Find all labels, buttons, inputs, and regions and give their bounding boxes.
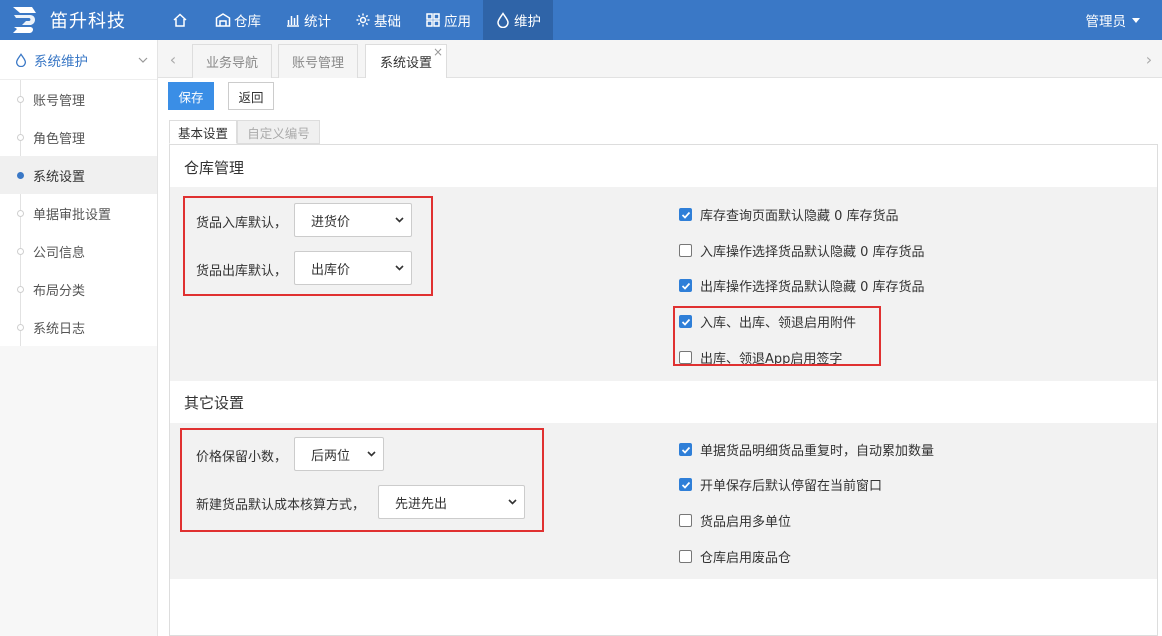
check-label: 库存查询页面默认隐藏 0 库存货品 — [700, 209, 899, 224]
check-label: 货品启用多单位 — [700, 515, 792, 530]
nav-basics-label: 基础 — [374, 14, 401, 30]
home-icon — [173, 13, 187, 27]
sidebar-header-label: 系统维护 — [34, 53, 88, 70]
close-icon[interactable]: × — [433, 46, 443, 58]
caret-down-icon — [1132, 17, 1140, 23]
bullet-icon — [17, 172, 24, 179]
sidebar-item-label: 系统设置 — [33, 169, 86, 185]
app-title: 笛升科技 — [50, 11, 126, 32]
warehouse-section-title: 仓库管理 — [184, 159, 245, 177]
checkbox-unchecked-icon[interactable] — [679, 514, 692, 527]
tab-label: 业务导航 — [205, 56, 258, 71]
tab-custom-numbering[interactable]: 自定义编号 — [237, 120, 320, 144]
tab-accounts[interactable]: 账号管理 — [278, 44, 358, 78]
tab-system-settings[interactable]: 系统设置 × — [365, 44, 447, 78]
check-hide-zero-stock-query[interactable]: 库存查询页面默认隐藏 0 库存货品 — [679, 205, 899, 224]
user-menu[interactable]: 管理员 — [1085, 0, 1140, 40]
nav-home[interactable] — [160, 0, 203, 40]
bullet-icon — [17, 210, 24, 217]
main-nav: 仓库 统计 基础 应用 维护 — [160, 0, 553, 40]
sidebar-item-label: 系统日志 — [33, 321, 86, 337]
checkbox-checked-icon[interactable] — [679, 478, 692, 491]
grid-icon — [426, 13, 440, 27]
tabs-scroll-left-icon[interactable]: ‹ — [160, 40, 186, 78]
other-section-title: 其它设置 — [184, 394, 245, 412]
nav-apps-label: 应用 — [444, 14, 471, 30]
tab-business-nav[interactable]: 业务导航 — [192, 44, 272, 78]
sidebar-item-label: 角色管理 — [33, 131, 86, 147]
nav-warehouse[interactable]: 仓库 — [203, 0, 273, 40]
tab-basic-settings[interactable]: 基本设置 — [169, 120, 237, 144]
bullet-icon — [17, 248, 24, 255]
check-stay-after-save[interactable]: 开单保存后默认停留在当前窗口 — [679, 475, 882, 494]
chevron-down-icon — [138, 57, 148, 63]
checkbox-unchecked-icon[interactable] — [679, 550, 692, 563]
sidebar-item-label: 账号管理 — [33, 93, 86, 109]
sidebar-item-label: 单据审批设置 — [33, 207, 112, 223]
drop-icon — [15, 52, 27, 67]
check-label: 单据货品明细货品重复时，自动累加数量 — [700, 444, 935, 459]
checkbox-checked-icon[interactable] — [679, 443, 692, 456]
warehouse-icon — [215, 13, 231, 27]
sidebar-item-label: 布局分类 — [33, 283, 86, 299]
check-auto-accumulate-qty[interactable]: 单据货品明细货品重复时，自动累加数量 — [679, 440, 934, 459]
brand-logo[interactable]: 笛升科技 — [10, 4, 126, 36]
check-label: 出库操作选择货品默认隐藏 0 库存货品 — [700, 280, 925, 295]
highlight-box — [673, 306, 881, 366]
page-tabs-bar: ‹ 业务导航 账号管理 系统设置 × › — [158, 40, 1162, 78]
sidebar-item-layout[interactable]: 布局分类 — [0, 270, 157, 308]
nav-apps[interactable]: 应用 — [413, 0, 483, 40]
bullet-icon — [17, 134, 24, 141]
check-multi-unit[interactable]: 货品启用多单位 — [679, 511, 791, 530]
checkbox-checked-icon[interactable] — [679, 279, 692, 292]
checkbox-checked-icon[interactable] — [679, 208, 692, 221]
sidebar-item-label: 公司信息 — [33, 245, 86, 261]
bullet-icon — [17, 324, 24, 331]
sidebar-header[interactable]: 系统维护 — [0, 40, 157, 80]
user-name: 管理员 — [1085, 14, 1127, 30]
save-button[interactable]: 保存 — [168, 82, 214, 110]
sidebar-item-approval-settings[interactable]: 单据审批设置 — [0, 194, 157, 232]
logo-mark-icon — [13, 7, 36, 33]
drop-icon — [497, 12, 509, 28]
highlight-box — [180, 428, 544, 532]
sidebar-list: 账号管理 角色管理 系统设置 单据审批设置 公司信息 布局分类 系统日志 — [0, 80, 157, 346]
sidebar-item-roles[interactable]: 角色管理 — [0, 118, 157, 156]
tabs-scroll-right-icon[interactable]: › — [1136, 40, 1162, 78]
check-label: 开单保存后默认停留在当前窗口 — [700, 479, 883, 494]
tab-label: 账号管理 — [291, 56, 344, 71]
back-button[interactable]: 返回 — [228, 82, 274, 110]
check-label: 入库操作选择货品默认隐藏 0 库存货品 — [700, 245, 925, 260]
gear-icon — [356, 13, 370, 27]
check-scrap-warehouse[interactable]: 仓库启用废品仓 — [679, 547, 791, 566]
bullet-icon — [17, 96, 24, 103]
sidebar-item-system-log[interactable]: 系统日志 — [0, 308, 157, 346]
chart-icon — [287, 15, 299, 27]
highlight-box — [183, 196, 433, 296]
nav-maintenance-label: 维护 — [514, 14, 541, 30]
tab-label: 系统设置 — [379, 56, 432, 71]
top-navbar: 笛升科技 仓库 统计 基础 应用 维护 管理员 — [0, 0, 1162, 40]
check-label: 仓库启用废品仓 — [700, 551, 792, 566]
nav-maintenance[interactable]: 维护 — [483, 0, 553, 40]
sidebar-item-accounts[interactable]: 账号管理 — [0, 80, 157, 118]
sidebar-item-system-settings[interactable]: 系统设置 — [0, 156, 157, 194]
nav-statistics[interactable]: 统计 — [273, 0, 343, 40]
check-hide-zero-stock-in[interactable]: 入库操作选择货品默认隐藏 0 库存货品 — [679, 241, 925, 260]
nav-warehouse-label: 仓库 — [234, 14, 261, 30]
bullet-icon — [17, 286, 24, 293]
check-hide-zero-stock-out[interactable]: 出库操作选择货品默认隐藏 0 库存货品 — [679, 276, 925, 295]
sidebar-item-company-info[interactable]: 公司信息 — [0, 232, 157, 270]
nav-statistics-label: 统计 — [304, 14, 331, 30]
checkbox-unchecked-icon[interactable] — [679, 244, 692, 257]
nav-basics[interactable]: 基础 — [343, 0, 413, 40]
sidebar: 系统维护 账号管理 角色管理 系统设置 单据审批设置 公司信息 布局分类 系统日… — [0, 40, 158, 636]
